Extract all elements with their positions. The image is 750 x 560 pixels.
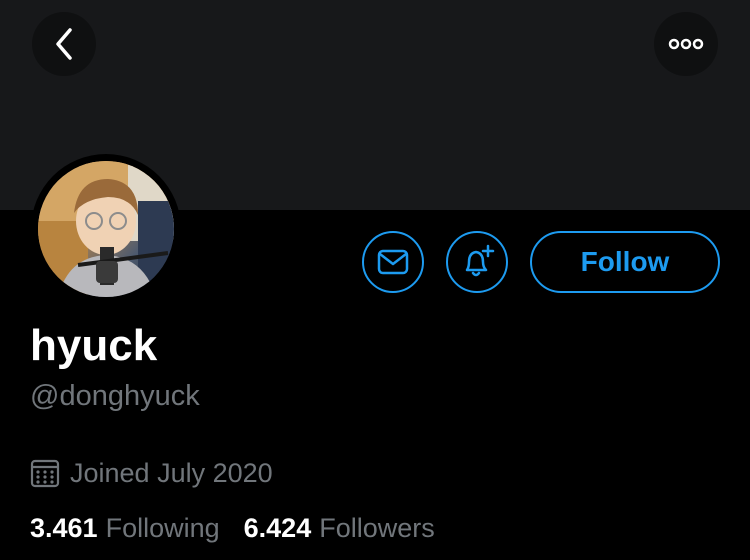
message-button[interactable] [362,231,424,293]
profile-page: Follow hyuck @donghyuck Joined July 2020… [0,0,750,560]
followers-label: Followers [319,513,435,543]
back-button[interactable] [32,12,96,76]
display-name: hyuck [30,321,158,370]
more-horizontal-icon [668,38,704,50]
bell-plus-icon [465,244,495,277]
calendar-icon [30,459,60,488]
more-options-button[interactable] [654,12,718,76]
notify-button[interactable] [446,231,508,293]
mail-icon [377,249,409,275]
avatar-image [38,161,174,297]
avatar[interactable] [31,154,181,304]
chevron-left-icon [56,28,72,60]
followers-count: 6.424 [243,513,312,543]
user-handle: @donghyuck [30,380,200,412]
following-link[interactable]: 3.461 Following [30,513,220,544]
follow-stats: 3.461 Following 6.424 Followers [30,513,435,553]
followers-link[interactable]: 6.424 Followers [244,513,435,544]
follow-button[interactable]: Follow [530,231,720,293]
joined-date: Joined July 2020 [30,454,273,492]
following-label: Following [105,513,220,543]
following-count: 3.461 [30,513,98,543]
joined-label: Joined July 2020 [70,457,273,488]
avatar-photo [38,161,174,297]
